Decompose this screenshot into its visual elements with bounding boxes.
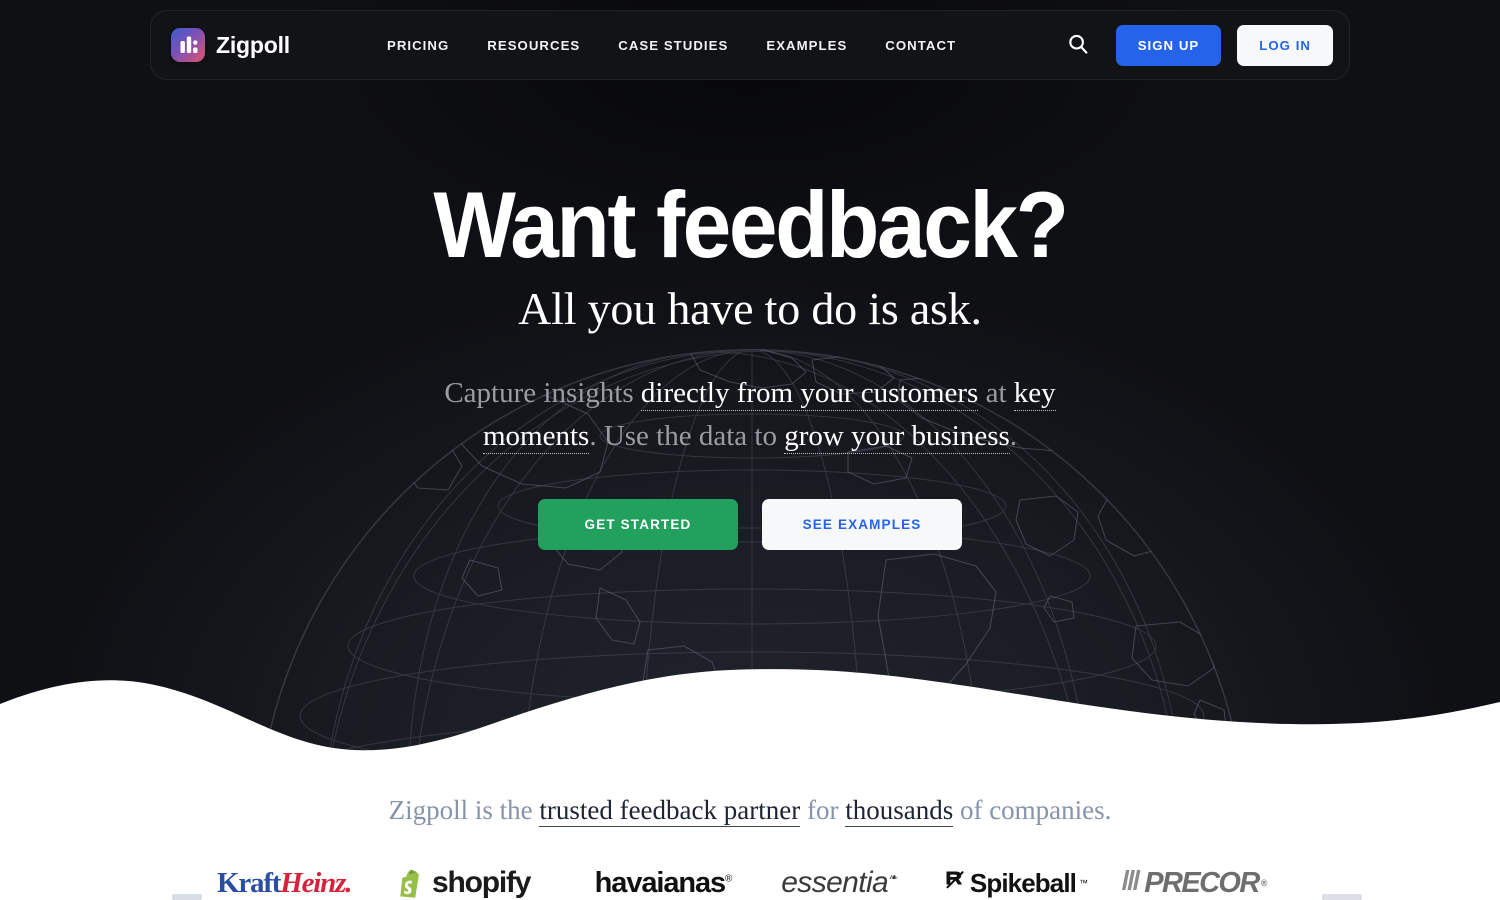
brand-name: Zigpoll: [216, 31, 290, 58]
precor-bars-icon: [1120, 867, 1142, 900]
kraft-wordmark: Kraft: [217, 866, 281, 899]
see-examples-button[interactable]: SEE EXAMPLES: [762, 499, 962, 550]
spikeball-mark-icon: [943, 868, 967, 899]
log-in-button[interactable]: LOG IN: [1237, 24, 1333, 66]
spikeball-trademark: ™: [1078, 878, 1088, 888]
site-header: Zigpoll PRICING RESOURCES CASE STUDIES E…: [150, 10, 1350, 80]
hero-subheadline: All you have to do is ask.: [518, 283, 982, 334]
zigpoll-bar-chart-logo-icon: [171, 28, 205, 62]
client-logo-partial-right: [1320, 882, 1364, 900]
client-logo-havaianas: havaianas®: [575, 866, 751, 900]
essentia-wordmark: essentia: [781, 866, 889, 899]
lede-text-4: .: [1009, 420, 1018, 452]
havaianas-registered-mark: ®: [725, 872, 732, 884]
hero-section: Zigpoll PRICING RESOURCES CASE STUDIES E…: [0, 0, 1500, 760]
client-logo-precor: PRECOR ®: [1103, 866, 1283, 900]
client-logo-kraft-heinz: KraftHeinz.: [217, 866, 397, 900]
shopify-bag-icon: [397, 868, 425, 898]
search-icon: [1067, 33, 1089, 58]
client-logo-strip: KraftHeinz. shopify havaianas® essentia❧…: [0, 866, 1500, 900]
precor-registered-mark: ®: [1260, 878, 1268, 888]
spikeball-wordmark: Spikeball: [969, 867, 1077, 898]
shopify-wordmark: shopify: [432, 866, 531, 899]
essentia-mark-icon: ❧: [888, 872, 897, 884]
nav-item-case-studies[interactable]: CASE STUDIES: [599, 30, 747, 61]
lede-highlight-1: directly from your customers: [640, 377, 979, 411]
nav-item-contact[interactable]: CONTACT: [866, 30, 975, 61]
sign-up-button[interactable]: SIGN UP: [1115, 24, 1222, 66]
lede-highlight-3: grow your business: [784, 420, 1010, 454]
client-logo-partial-left: [170, 882, 204, 900]
havaianas-wordmark: havaianas: [594, 866, 726, 899]
client-logo-shopify: shopify: [397, 866, 575, 900]
get-started-button[interactable]: GET STARTED: [538, 499, 738, 550]
trust-text-1: Zigpoll is the: [388, 795, 540, 825]
social-proof-headline: Zigpoll is the trusted feedback partner …: [0, 795, 1500, 827]
hero-description: Capture insights directly from your cust…: [430, 372, 1070, 458]
brand-logo-link[interactable]: Zigpoll: [171, 28, 290, 62]
nav-item-pricing[interactable]: PRICING: [368, 30, 468, 61]
trust-text-3: of companies.: [953, 795, 1112, 825]
search-button[interactable]: [1058, 25, 1098, 65]
lede-text-1: Capture insights: [444, 377, 641, 409]
lede-text-2: at: [978, 377, 1014, 409]
trust-highlight-2: thousands: [845, 795, 954, 827]
client-logo-essentia: essentia❧: [751, 866, 927, 900]
nav-item-examples[interactable]: EXAMPLES: [747, 30, 866, 61]
heinz-wordmark: Heinz.: [280, 866, 352, 899]
main-navigation: PRICING RESOURCES CASE STUDIES EXAMPLES …: [368, 30, 975, 61]
trust-text-2: for: [800, 795, 846, 825]
lede-text-3: . Use the data to: [589, 420, 785, 452]
landing-page: Zigpoll PRICING RESOURCES CASE STUDIES E…: [0, 0, 1500, 900]
precor-wordmark: PRECOR: [1144, 866, 1260, 899]
header-actions: SIGN UP LOG IN: [1058, 24, 1333, 66]
hero-headline: Want feedback?: [433, 172, 1069, 277]
trust-highlight-1: trusted feedback partner: [539, 795, 801, 827]
nav-item-resources[interactable]: RESOURCES: [468, 30, 599, 61]
hero-cta-row: GET STARTED SEE EXAMPLES: [0, 499, 1500, 550]
client-logo-spikeball: Spikeball ™: [927, 866, 1103, 900]
